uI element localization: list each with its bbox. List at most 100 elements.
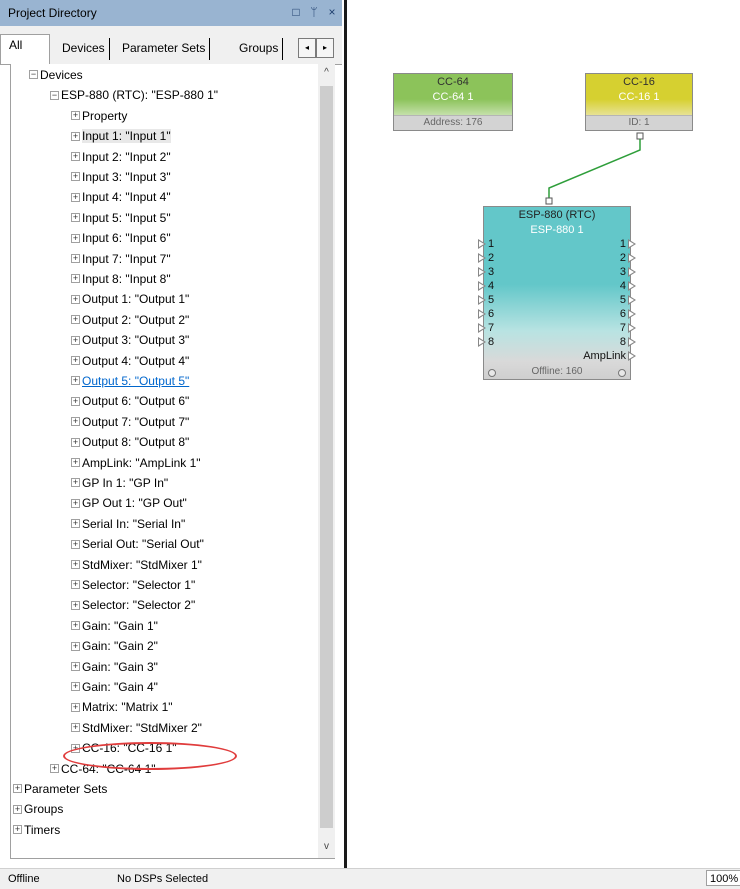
expand-icon[interactable]: + — [71, 723, 80, 733]
cc16-port[interactable] — [636, 132, 644, 140]
expand-icon[interactable]: + — [71, 335, 80, 345]
zoom-level[interactable]: 100% — [706, 870, 740, 886]
tree-item[interactable]: + Gain: "Gain 2" — [71, 635, 158, 655]
tree-item[interactable]: + Input 2: "Input 2" — [71, 146, 171, 166]
esp880-block[interactable]: ESP-880 (RTC) ESP-880 1 1 2 3 4 5 6 7 8 1 2 3 4 5 6 7 8… — [478, 206, 636, 380]
tree-item[interactable]: + StdMixer: "StdMixer 2" — [71, 717, 202, 737]
tree-item[interactable]: + Groups — [13, 798, 63, 818]
tree-item[interactable]: + Selector: "Selector 2" — [71, 594, 195, 614]
tab-scroll-right-icon[interactable]: ▸ — [316, 38, 334, 58]
tree-item[interactable]: + AmpLink: "AmpLink 1" — [71, 452, 201, 472]
tree-item[interactable]: + Parameter Sets — [13, 778, 107, 798]
expand-icon[interactable]: + — [71, 661, 80, 671]
collapse-icon[interactable]: − — [29, 70, 38, 80]
input-pin[interactable]: 5 — [478, 293, 494, 307]
expand-icon[interactable]: + — [71, 111, 80, 121]
control-wire[interactable] — [548, 139, 641, 198]
expand-icon[interactable]: + — [71, 376, 80, 386]
tree-item[interactable]: + Gain: "Gain 3" — [71, 656, 158, 676]
tab-all[interactable]: All — [0, 34, 50, 64]
output-pin[interactable]: 2 — [620, 251, 636, 265]
input-arrow-icon[interactable] — [478, 253, 486, 263]
tree-item[interactable]: + Output 1: "Output 1" — [71, 288, 189, 308]
expand-icon[interactable]: + — [71, 437, 80, 447]
output-arrow-icon[interactable] — [628, 309, 636, 319]
expand-icon[interactable]: + — [13, 784, 22, 794]
input-pin[interactable]: 1 — [478, 237, 494, 251]
expand-icon[interactable]: + — [71, 580, 80, 590]
tree-item[interactable]: + Property — [71, 105, 127, 125]
expand-icon[interactable]: + — [71, 498, 80, 508]
tree-item[interactable]: + Input 1: "Input 1" — [71, 125, 171, 145]
tab-scroll-left-icon[interactable]: ◂ — [298, 38, 316, 58]
tree-item[interactable]: + Serial In: "Serial In" — [71, 513, 185, 533]
expand-icon[interactable]: + — [71, 539, 80, 549]
expand-icon[interactable]: + — [71, 274, 80, 284]
cc16-block[interactable]: CC-16 CC-16 1 ID: 1 — [585, 73, 693, 131]
output-pin[interactable]: 1 — [620, 237, 636, 251]
design-canvas[interactable]: CC-64 CC-64 1 Address: 176 CC-16 CC-16 1… — [347, 0, 740, 868]
input-pin[interactable]: 3 — [478, 265, 494, 279]
output-arrow-icon[interactable] — [628, 267, 636, 277]
tree-item[interactable]: + GP Out 1: "GP Out" — [71, 492, 187, 512]
expand-icon[interactable]: + — [71, 315, 80, 325]
expand-icon[interactable]: + — [71, 192, 80, 202]
tree-item[interactable]: + Timers — [13, 819, 60, 839]
output-pin[interactable]: 5 — [620, 293, 636, 307]
tree-item[interactable]: + GP In 1: "GP In" — [71, 472, 168, 492]
tab-devices[interactable]: Devices — [58, 38, 110, 60]
input-arrow-icon[interactable] — [478, 267, 486, 277]
expand-icon[interactable]: + — [71, 294, 80, 304]
output-arrow-icon[interactable] — [628, 337, 636, 347]
output-pin[interactable]: AmpLink — [583, 349, 636, 363]
tree-item[interactable]: − ESP-880 (RTC): "ESP-880 1" — [50, 84, 218, 104]
tree-item[interactable]: + Input 5: "Input 5" — [71, 207, 171, 227]
output-pin[interactable]: 4 — [620, 279, 636, 293]
close-icon[interactable]: × — [326, 5, 338, 19]
tree-item[interactable]: + Input 4: "Input 4" — [71, 186, 171, 206]
expand-icon[interactable]: + — [71, 519, 80, 529]
expand-icon[interactable]: + — [71, 641, 80, 651]
tree-item[interactable]: + Selector: "Selector 1" — [71, 574, 195, 594]
output-arrow-icon[interactable] — [628, 295, 636, 305]
esp-control-port[interactable] — [545, 197, 553, 205]
tree-item[interactable]: + Output 7: "Output 7" — [71, 411, 189, 431]
input-arrow-icon[interactable] — [478, 295, 486, 305]
tree-item[interactable]: − Devices — [29, 64, 83, 84]
input-arrow-icon[interactable] — [478, 281, 486, 291]
collapse-icon[interactable]: − — [50, 90, 59, 100]
tree-item[interactable]: + Matrix: "Matrix 1" — [71, 696, 173, 716]
tree-item[interactable]: + Output 6: "Output 6" — [71, 390, 189, 410]
input-pin[interactable]: 7 — [478, 321, 494, 335]
output-pin[interactable]: 7 — [620, 321, 636, 335]
scroll-up-icon[interactable]: ^ — [320, 64, 333, 82]
expand-icon[interactable]: + — [13, 804, 22, 814]
tree-item[interactable]: + Input 6: "Input 6" — [71, 227, 171, 247]
tree-item[interactable]: + Output 3: "Output 3" — [71, 329, 189, 349]
expand-icon[interactable]: + — [50, 763, 59, 773]
expand-icon[interactable]: + — [71, 233, 80, 243]
output-arrow-icon[interactable] — [628, 239, 636, 249]
output-pin[interactable]: 8 — [620, 335, 636, 349]
tree-item[interactable]: + StdMixer: "StdMixer 1" — [71, 554, 202, 574]
input-arrow-icon[interactable] — [478, 337, 486, 347]
expand-icon[interactable]: + — [71, 600, 80, 610]
tree-item[interactable]: + Input 3: "Input 3" — [71, 166, 171, 186]
expand-icon[interactable]: + — [71, 559, 80, 569]
tree-item[interactable]: + Input 7: "Input 7" — [71, 248, 171, 268]
tab-parameter-sets[interactable]: Parameter Sets — [118, 38, 211, 60]
input-pin[interactable]: 8 — [478, 335, 494, 349]
input-arrow-icon[interactable] — [478, 323, 486, 333]
expand-icon[interactable]: + — [71, 131, 80, 141]
expand-icon[interactable]: + — [71, 621, 80, 631]
scroll-thumb[interactable] — [320, 86, 333, 828]
expand-icon[interactable]: + — [71, 702, 80, 712]
output-arrow-icon[interactable] — [628, 281, 636, 291]
output-arrow-icon[interactable] — [628, 323, 636, 333]
expand-icon[interactable]: + — [71, 478, 80, 488]
expand-icon[interactable]: + — [71, 151, 80, 161]
input-arrow-icon[interactable] — [478, 309, 486, 319]
tab-groups[interactable]: Groups — [235, 38, 284, 60]
input-arrow-icon[interactable] — [478, 239, 486, 249]
expand-icon[interactable]: + — [71, 213, 80, 223]
